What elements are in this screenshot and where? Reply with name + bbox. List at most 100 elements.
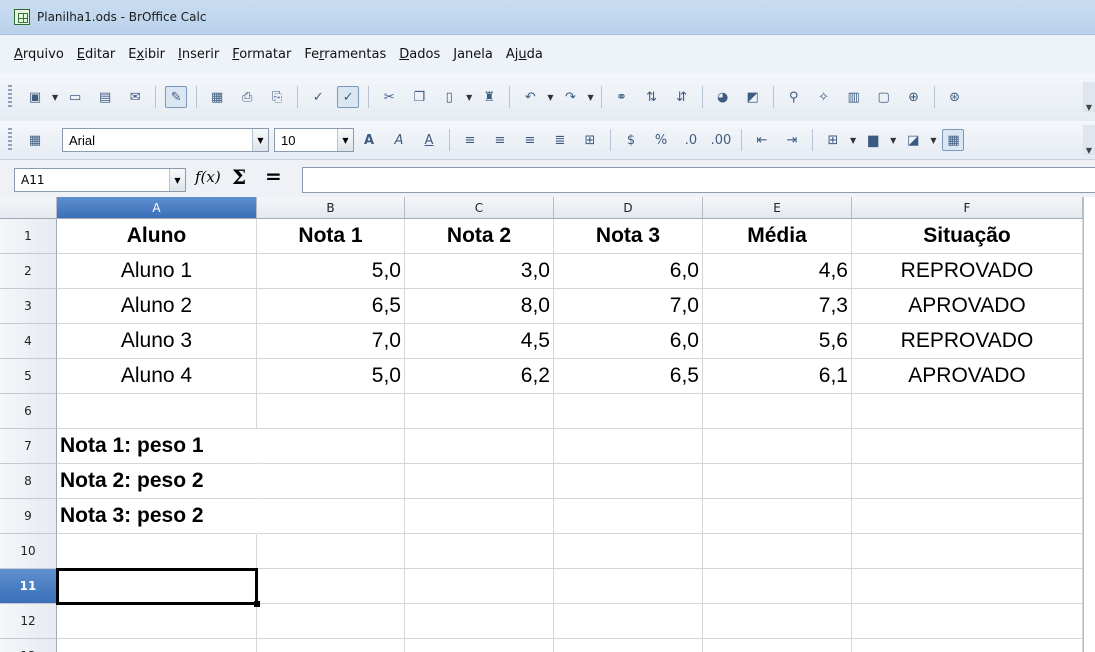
- column-header-b[interactable]: B: [257, 197, 405, 219]
- cell-d11[interactable]: [554, 569, 703, 604]
- data-sources-icon[interactable]: ▢: [873, 86, 895, 108]
- new-document-icon[interactable]: ▣: [24, 86, 46, 108]
- edit-file-icon[interactable]: ✎: [165, 86, 188, 108]
- cell-a9[interactable]: Nota 3: peso 2: [57, 499, 257, 534]
- cell-f13[interactable]: [852, 639, 1083, 652]
- font-color-icon[interactable]: ◪: [902, 129, 924, 151]
- font-size-dropdown-icon[interactable]: ▼: [337, 129, 353, 151]
- menu-exibir[interactable]: Exibir: [128, 47, 165, 62]
- cell-a4[interactable]: Aluno 3: [57, 324, 257, 359]
- name-box-dropdown-icon[interactable]: ▼: [169, 169, 185, 191]
- cell-d12[interactable]: [554, 604, 703, 639]
- cell-b1[interactable]: Nota 1: [257, 219, 405, 254]
- autospellcheck-icon[interactable]: ✓: [337, 86, 360, 108]
- cell-e4[interactable]: 5,6: [703, 324, 852, 359]
- font-name-dropdown-icon[interactable]: ▼: [252, 129, 268, 151]
- cell-e6[interactable]: [703, 394, 852, 429]
- cell-e13[interactable]: [703, 639, 852, 652]
- cell-c12[interactable]: [405, 604, 554, 639]
- redo-icon[interactable]: ↷: [559, 86, 581, 108]
- cell-d1[interactable]: Nota 3: [554, 219, 703, 254]
- copy-icon[interactable]: ❐: [408, 86, 430, 108]
- cell-d6[interactable]: [554, 394, 703, 429]
- cell-d10[interactable]: [554, 534, 703, 569]
- cell-f10[interactable]: [852, 534, 1083, 569]
- row-header-5[interactable]: 5: [0, 359, 57, 394]
- find-replace-icon[interactable]: ⚲: [783, 86, 805, 108]
- cell-f9[interactable]: [852, 499, 1083, 534]
- cell-f7[interactable]: [852, 429, 1083, 464]
- cell-d8[interactable]: [554, 464, 703, 499]
- new-dropdown-icon[interactable]: ▼: [52, 93, 58, 102]
- cell-a12[interactable]: [57, 604, 257, 639]
- font-name-combo[interactable]: Arial ▼: [62, 128, 269, 152]
- open-icon[interactable]: ▭: [64, 86, 86, 108]
- font-color-dropdown-icon[interactable]: ▼: [930, 136, 936, 145]
- undo-icon[interactable]: ↶: [519, 86, 541, 108]
- menu-janela[interactable]: Janela: [453, 47, 493, 62]
- menu-ajuda[interactable]: Ajuda: [506, 47, 543, 62]
- gallery-icon[interactable]: ▥: [843, 86, 865, 108]
- name-box-value[interactable]: A11: [15, 173, 169, 187]
- cell-f2[interactable]: REPROVADO: [852, 254, 1083, 289]
- row-header-9[interactable]: 9: [0, 499, 57, 534]
- menu-inserir[interactable]: Inserir: [178, 47, 219, 62]
- cell-c5[interactable]: 6,2: [405, 359, 554, 394]
- email-icon[interactable]: ✉: [124, 86, 146, 108]
- row-header-7[interactable]: 7: [0, 429, 57, 464]
- cell-b12[interactable]: [257, 604, 405, 639]
- cell-a2[interactable]: Aluno 1: [57, 254, 257, 289]
- remove-decimal-icon[interactable]: .00: [710, 129, 732, 151]
- cell-c3[interactable]: 8,0: [405, 289, 554, 324]
- add-decimal-icon[interactable]: .0: [680, 129, 702, 151]
- cell-a6[interactable]: [57, 394, 257, 429]
- background-color-icon[interactable]: ▆: [862, 129, 884, 151]
- cell-f4[interactable]: REPROVADO: [852, 324, 1083, 359]
- cell-e12[interactable]: [703, 604, 852, 639]
- cell-c10[interactable]: [405, 534, 554, 569]
- row-header-1[interactable]: 1: [0, 219, 57, 254]
- column-header-a[interactable]: A: [57, 197, 257, 219]
- cell-b9[interactable]: [257, 499, 405, 534]
- cell-c2[interactable]: 3,0: [405, 254, 554, 289]
- cell-c4[interactable]: 4,5: [405, 324, 554, 359]
- align-center-icon[interactable]: ≡: [489, 129, 511, 151]
- increase-indent-icon[interactable]: ⇥: [781, 129, 803, 151]
- row-header-13[interactable]: 13: [0, 639, 57, 652]
- menu-editar[interactable]: Editar: [77, 47, 116, 62]
- cell-a7[interactable]: Nota 1: peso 1: [57, 429, 257, 464]
- format-paintbrush-icon[interactable]: ♜: [478, 86, 500, 108]
- cut-icon[interactable]: ✂: [378, 86, 400, 108]
- cell-b2[interactable]: 5,0: [257, 254, 405, 289]
- export-pdf-icon[interactable]: ▦: [206, 86, 228, 108]
- sum-icon[interactable]: Σ: [232, 165, 246, 189]
- cell-e3[interactable]: 7,3: [703, 289, 852, 324]
- cell-b8[interactable]: [257, 464, 405, 499]
- column-header-c[interactable]: C: [405, 197, 554, 219]
- cell-a11[interactable]: [57, 569, 257, 604]
- underline-icon[interactable]: A: [418, 129, 440, 151]
- cell-d5[interactable]: 6,5: [554, 359, 703, 394]
- help-icon[interactable]: ⊛: [944, 86, 966, 108]
- cell-b3[interactable]: 6,5: [257, 289, 405, 324]
- menu-dados[interactable]: Dados: [399, 47, 440, 62]
- column-header-d[interactable]: D: [554, 197, 703, 219]
- cell-b6[interactable]: [257, 394, 405, 429]
- spellcheck-icon[interactable]: ✓: [307, 86, 329, 108]
- chart-icon[interactable]: ◕: [712, 86, 734, 108]
- cell-d2[interactable]: 6,0: [554, 254, 703, 289]
- toolbar-overflow-icon[interactable]: ▼: [1083, 82, 1095, 112]
- cell-c9[interactable]: [405, 499, 554, 534]
- font-size-value[interactable]: 10: [275, 133, 337, 148]
- cell-c13[interactable]: [405, 639, 554, 652]
- align-right-icon[interactable]: ≡: [519, 129, 541, 151]
- undo-dropdown-icon[interactable]: ▼: [547, 93, 553, 102]
- cell-b10[interactable]: [257, 534, 405, 569]
- cell-a5[interactable]: Aluno 4: [57, 359, 257, 394]
- cell-f11[interactable]: [852, 569, 1083, 604]
- cell-c6[interactable]: [405, 394, 554, 429]
- borders-icon[interactable]: ⊞: [822, 129, 844, 151]
- cell-f5[interactable]: APROVADO: [852, 359, 1083, 394]
- cell-d9[interactable]: [554, 499, 703, 534]
- zoom-icon[interactable]: ⊕: [903, 86, 925, 108]
